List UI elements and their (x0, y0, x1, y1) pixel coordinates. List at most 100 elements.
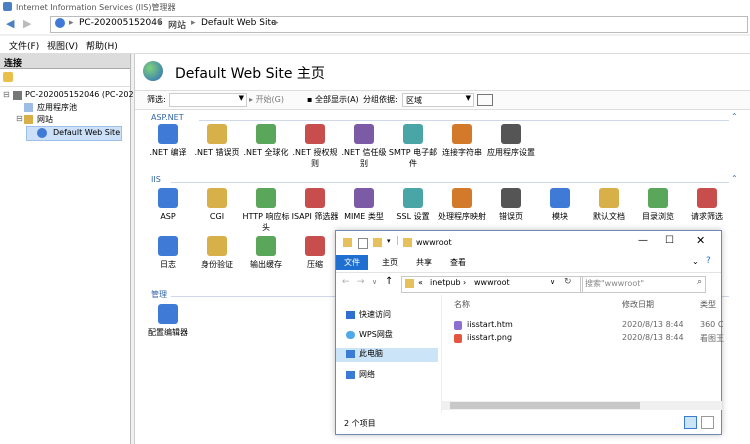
feature-item[interactable]: ASP (143, 188, 193, 222)
menu-help[interactable]: 帮助(H) (86, 39, 118, 52)
collapse-icon[interactable]: ⊟ (16, 114, 23, 123)
section-divider (199, 120, 729, 121)
feature-item[interactable]: 请求筛选 (682, 188, 732, 222)
feature-label: 身份验证 (201, 260, 233, 269)
path-segment[interactable]: wwwroot (474, 278, 510, 287)
nav-wps-cloud[interactable]: WPS网盘 (346, 329, 393, 343)
tab-file[interactable]: 文件 (336, 255, 368, 270)
tree-node-app-pools[interactable]: 应用程序池 (16, 102, 126, 114)
file-row[interactable]: iisstart.png 2020/8/13 8:44 看图王 (442, 333, 724, 345)
dropdown-arrow-icon: ▼ (238, 94, 244, 102)
feature-item[interactable]: HTTP 响应标头 (241, 188, 291, 233)
path-box[interactable]: « inetpub › wwwroot ∨ ↻ (401, 276, 583, 293)
file-name: iisstart.htm (467, 320, 513, 329)
feature-item[interactable]: 压缩 (290, 236, 340, 270)
recent-dropdown-icon[interactable]: ∨ (372, 278, 377, 286)
feature-item[interactable]: 目录浏览 (633, 188, 683, 222)
feature-item[interactable]: 错误页 (486, 188, 536, 222)
scrollbar-thumb[interactable] (450, 402, 640, 409)
tree-node-server[interactable]: ⊟ PC-202005152046 (PC-202 (3, 90, 134, 102)
back-button[interactable]: ◀ (6, 17, 14, 30)
refresh-icon[interactable]: ↻ (564, 277, 572, 287)
new-folder-icon[interactable] (373, 238, 382, 247)
feature-icon (354, 124, 374, 144)
feature-item[interactable]: .NET 授权规则 (290, 124, 340, 169)
tree-node-sites[interactable]: ⊟ 网站 (16, 114, 126, 126)
show-all-button[interactable]: ▪ 全部显示(A) (307, 94, 359, 105)
tree-node-default-site[interactable]: Default Web Site (26, 126, 122, 141)
feature-item[interactable]: CGI (192, 188, 242, 222)
file-row[interactable]: iisstart.htm 2020/8/13 8:44 360 C (442, 320, 724, 332)
feature-item[interactable]: 默认文档 (584, 188, 634, 222)
feature-item[interactable]: 连接字符串 (437, 124, 487, 158)
feature-item[interactable]: SSL 设置 (388, 188, 438, 222)
column-name[interactable]: 名称 (454, 299, 470, 310)
quick-access-dropdown-icon[interactable]: ▾ (387, 237, 391, 245)
section-aspnet-header: ASP.NET (151, 113, 184, 122)
path-segment[interactable]: inetpub (430, 278, 461, 287)
filter-input[interactable]: ▼ (169, 93, 247, 107)
forward-arrow-icon[interactable]: → (357, 277, 365, 287)
feature-item[interactable]: .NET 编译 (143, 124, 193, 158)
breadcrumb-item[interactable]: Default Web Site (201, 18, 277, 28)
tab-view[interactable]: 查看 (450, 257, 466, 268)
expand-ribbon-icon[interactable]: ⌄ (692, 257, 699, 266)
file-type: 360 C (700, 320, 724, 329)
feature-item[interactable]: 配置编辑器 (143, 304, 193, 338)
feature-item[interactable]: .NET 错误页 (192, 124, 242, 158)
search-input[interactable]: 搜索"wwwroot" ⌕ (580, 276, 706, 293)
path-dropdown-icon[interactable]: ∨ (550, 278, 555, 286)
breadcrumb-item[interactable]: PC-202005152046 (79, 18, 163, 28)
feature-item[interactable]: 处理程序映射 (437, 188, 487, 222)
feature-item[interactable]: .NET 全球化 (241, 124, 291, 158)
feature-item[interactable]: ISAPI 筛选器 (290, 188, 340, 222)
group-by-select[interactable]: 区域 ▼ (402, 93, 474, 107)
feature-icon (354, 188, 374, 208)
feature-item[interactable]: SMTP 电子邮件 (388, 124, 438, 169)
large-icons-view-icon[interactable] (701, 416, 714, 429)
menu-view[interactable]: 视图(V) (47, 39, 78, 52)
column-type[interactable]: 类型 (700, 299, 716, 310)
nav-this-pc[interactable]: 此电脑 (336, 348, 438, 362)
collapse-icon[interactable]: ⌃ (731, 112, 738, 121)
address-box[interactable]: ▸ PC-202005152046 ▸ 网站 ▸ Default Web Sit… (50, 16, 748, 33)
nav-label: 此电脑 (359, 349, 383, 358)
nav-network[interactable]: 网络 (346, 369, 375, 383)
feature-item[interactable]: .NET 信任级别 (339, 124, 389, 169)
sites-folder-icon (24, 115, 33, 124)
breadcrumb-item[interactable]: 网站 (168, 18, 186, 31)
back-arrow-icon[interactable]: ← (342, 277, 350, 287)
details-view-icon[interactable] (684, 416, 697, 429)
up-arrow-icon[interactable]: ↑ (385, 276, 393, 287)
tab-home[interactable]: 主页 (382, 257, 398, 268)
column-date[interactable]: 修改日期 (622, 299, 654, 310)
help-icon[interactable]: ? (706, 256, 711, 266)
tree-label: PC-202005152046 (PC-202 (25, 90, 134, 99)
feature-item[interactable]: 模块 (535, 188, 585, 222)
properties-icon[interactable] (358, 238, 368, 249)
feature-label: 日志 (160, 260, 176, 269)
file-list: 名称 修改日期 类型 iisstart.htm 2020/8/13 8:44 3… (441, 295, 724, 413)
collapse-icon[interactable]: ⊟ (3, 90, 10, 99)
globe-icon (37, 128, 47, 138)
feature-item[interactable]: 应用程序设置 (486, 124, 536, 158)
menu-file[interactable]: 文件(F) (9, 39, 39, 52)
tab-share[interactable]: 共享 (416, 257, 432, 268)
group-by-label: 分组依据: (363, 95, 398, 104)
feature-item[interactable]: 日志 (143, 236, 193, 270)
feature-icon (158, 236, 178, 256)
close-button[interactable]: ✕ (696, 234, 705, 247)
overflow-chevron-icon[interactable]: « (418, 278, 423, 287)
connect-icon[interactable] (3, 72, 13, 82)
forward-button[interactable]: ▶ (23, 17, 31, 30)
feature-item[interactable]: 身份验证 (192, 236, 242, 270)
nav-quick-access[interactable]: 快速访问 (346, 309, 391, 323)
maximize-button[interactable]: ☐ (665, 235, 674, 246)
feature-item[interactable]: 输出缓存 (241, 236, 291, 270)
feature-item[interactable]: MIME 类型 (339, 188, 389, 222)
collapse-icon[interactable]: ⌃ (731, 174, 738, 183)
start-button[interactable]: ▸ 开始(G) (249, 94, 284, 105)
minimize-button[interactable]: — (638, 235, 648, 246)
horizontal-scrollbar[interactable] (442, 401, 722, 410)
view-mode-icon[interactable] (477, 94, 493, 106)
